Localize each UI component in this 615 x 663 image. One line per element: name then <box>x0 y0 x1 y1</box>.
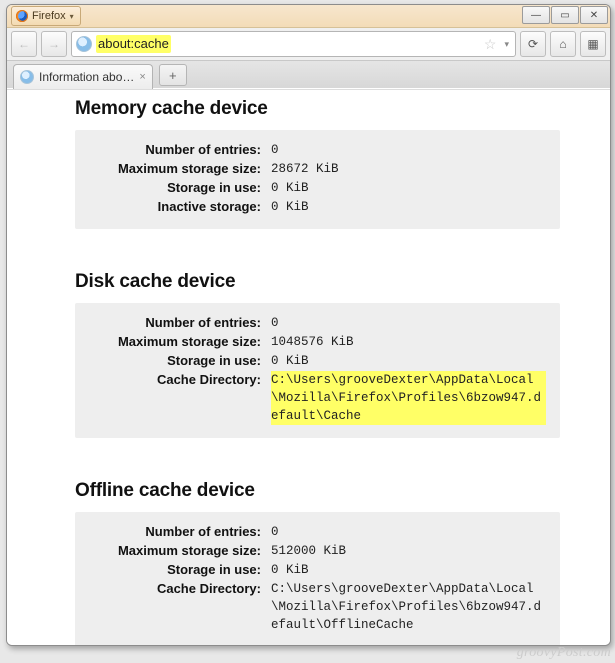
section-title-disk: Disk cache device <box>75 271 560 293</box>
table-row: Number of entries: 0 <box>89 523 546 541</box>
maximize-button[interactable]: ▭ <box>551 6 579 24</box>
forward-button[interactable]: → <box>41 31 67 57</box>
row-value: 28672 KiB <box>271 160 546 178</box>
row-label: Inactive storage: <box>89 198 271 216</box>
row-label: Number of entries: <box>89 523 271 541</box>
row-value: 1048576 KiB <box>271 333 546 351</box>
table-row: Maximum storage size: 28672 KiB <box>89 160 546 178</box>
browser-window: Firefox ▾ — ▭ ✕ ← → about:cache ☆ ▾ ⟳ ⌂ … <box>6 4 611 646</box>
table-row: Storage in use: 0 KiB <box>89 179 546 197</box>
tab-close-icon[interactable]: × <box>139 71 145 83</box>
row-value: 0 <box>271 314 546 332</box>
tab-strip: Information abo… × + <box>7 61 610 90</box>
back-button[interactable]: ← <box>11 31 37 57</box>
about-cache-page: Memory cache device Number of entries: 0… <box>7 90 610 645</box>
section-title-offline: Offline cache device <box>75 480 560 502</box>
table-row: Inactive storage: 0 KiB <box>89 198 546 216</box>
row-value: 0 <box>271 523 546 541</box>
row-label: Number of entries: <box>89 314 271 332</box>
table-row: Cache Directory: C:\Users\grooveDexter\A… <box>89 371 546 425</box>
table-row: Maximum storage size: 512000 KiB <box>89 542 546 560</box>
row-value: 0 <box>271 141 546 159</box>
row-label: Maximum storage size: <box>89 160 271 178</box>
row-label: Storage in use: <box>89 352 271 370</box>
row-label: Storage in use: <box>89 179 271 197</box>
url-text: about:cache <box>96 35 171 53</box>
row-label: Cache Directory: <box>89 371 271 389</box>
content-viewport: Memory cache device Number of entries: 0… <box>7 89 610 645</box>
site-identity-icon <box>76 36 92 52</box>
bookmark-star-icon[interactable]: ☆ <box>484 36 497 53</box>
row-value: 512000 KiB <box>271 542 546 560</box>
table-row: Storage in use: 0 KiB <box>89 352 546 370</box>
navigation-toolbar: ← → about:cache ☆ ▾ ⟳ ⌂ ▦ <box>7 28 610 61</box>
offline-cache-box: Number of entries: 0 Maximum storage siz… <box>75 512 560 645</box>
feed-button[interactable]: ▦ <box>580 31 606 57</box>
app-menu-button[interactable]: Firefox ▾ <box>11 6 81 26</box>
row-label: Maximum storage size: <box>89 333 271 351</box>
section-title-memory: Memory cache device <box>75 98 560 120</box>
row-value: 0 KiB <box>271 179 546 197</box>
table-row: Number of entries: 0 <box>89 314 546 332</box>
table-row: Cache Directory: C:\Users\grooveDexter\A… <box>89 580 546 634</box>
memory-cache-box: Number of entries: 0 Maximum storage siz… <box>75 130 560 229</box>
row-value-highlighted: C:\Users\grooveDexter\AppData\Local\Mozi… <box>271 371 546 425</box>
chevron-down-icon: ▾ <box>70 12 74 21</box>
close-window-button[interactable]: ✕ <box>580 6 608 24</box>
table-row: Maximum storage size: 1048576 KiB <box>89 333 546 351</box>
row-label: Maximum storage size: <box>89 542 271 560</box>
app-name: Firefox <box>32 10 66 22</box>
minimize-button[interactable]: — <box>522 6 550 24</box>
firefox-icon <box>16 10 28 22</box>
row-label: Cache Directory: <box>89 580 271 598</box>
watermark: groovyPost.com <box>517 645 611 661</box>
new-tab-button[interactable]: + <box>159 64 187 86</box>
reload-button[interactable]: ⟳ <box>520 31 546 57</box>
table-row: Number of entries: 0 <box>89 141 546 159</box>
tab-active[interactable]: Information abo… × <box>13 64 153 90</box>
row-label: Number of entries: <box>89 141 271 159</box>
row-value: C:\Users\grooveDexter\AppData\Local\Mozi… <box>271 580 546 634</box>
table-row: Storage in use: 0 KiB <box>89 561 546 579</box>
disk-cache-box: Number of entries: 0 Maximum storage siz… <box>75 303 560 438</box>
row-label: Storage in use: <box>89 561 271 579</box>
titlebar: Firefox ▾ — ▭ ✕ <box>7 5 610 28</box>
tab-title: Information abo… <box>39 70 134 84</box>
row-value: 0 KiB <box>271 198 546 216</box>
home-button[interactable]: ⌂ <box>550 31 576 57</box>
url-dropdown-icon[interactable]: ▾ <box>504 39 509 50</box>
row-value: 0 KiB <box>271 561 546 579</box>
tab-favicon-icon <box>20 70 34 84</box>
url-bar[interactable]: about:cache ☆ ▾ <box>71 31 516 57</box>
window-controls: — ▭ ✕ <box>522 6 608 24</box>
row-value: 0 KiB <box>271 352 546 370</box>
